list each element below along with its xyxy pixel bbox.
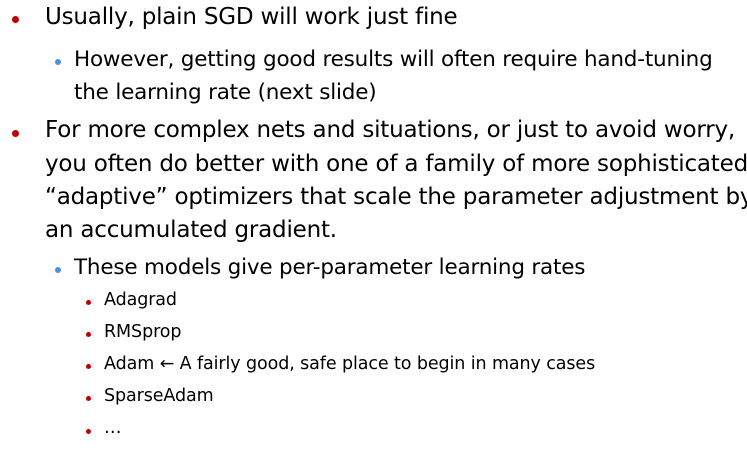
bullet-dot: [86, 300, 91, 305]
bullet-text: you often do better with one of a family…: [45, 151, 747, 177]
optimizer-item: …: [104, 418, 122, 438]
bullet-dot: [86, 429, 91, 434]
bullet-dot: [12, 16, 19, 23]
optimizer-item: Adam ← A fairly good, safe place to begi…: [104, 354, 596, 374]
bullet-text: For more complex nets and situations, or…: [45, 117, 735, 143]
bullet-dot: [86, 364, 91, 369]
bullet-text: “adaptive” optimizers that scale the par…: [45, 184, 747, 210]
optimizer-item: Adagrad: [104, 290, 177, 310]
bullet-text: However, getting good results will often…: [74, 47, 713, 72]
bullet-dot: [55, 267, 61, 273]
bullet-dot: [86, 396, 91, 401]
bullet-text: the learning rate (next slide): [74, 80, 377, 105]
optimizer-item: SparseAdam: [104, 386, 214, 406]
bullet-dot: [12, 130, 19, 137]
slide: Usually, plain SGD will work just fine H…: [0, 0, 747, 451]
bullet-text: an accumulated gradient.: [45, 217, 337, 243]
optimizer-item: RMSprop: [104, 322, 182, 342]
bullet-dot: [86, 332, 91, 337]
bullet-text: These models give per-parameter learning…: [74, 255, 586, 280]
bullet-dot: [55, 59, 61, 65]
bullet-text: Usually, plain SGD will work just fine: [45, 4, 458, 30]
